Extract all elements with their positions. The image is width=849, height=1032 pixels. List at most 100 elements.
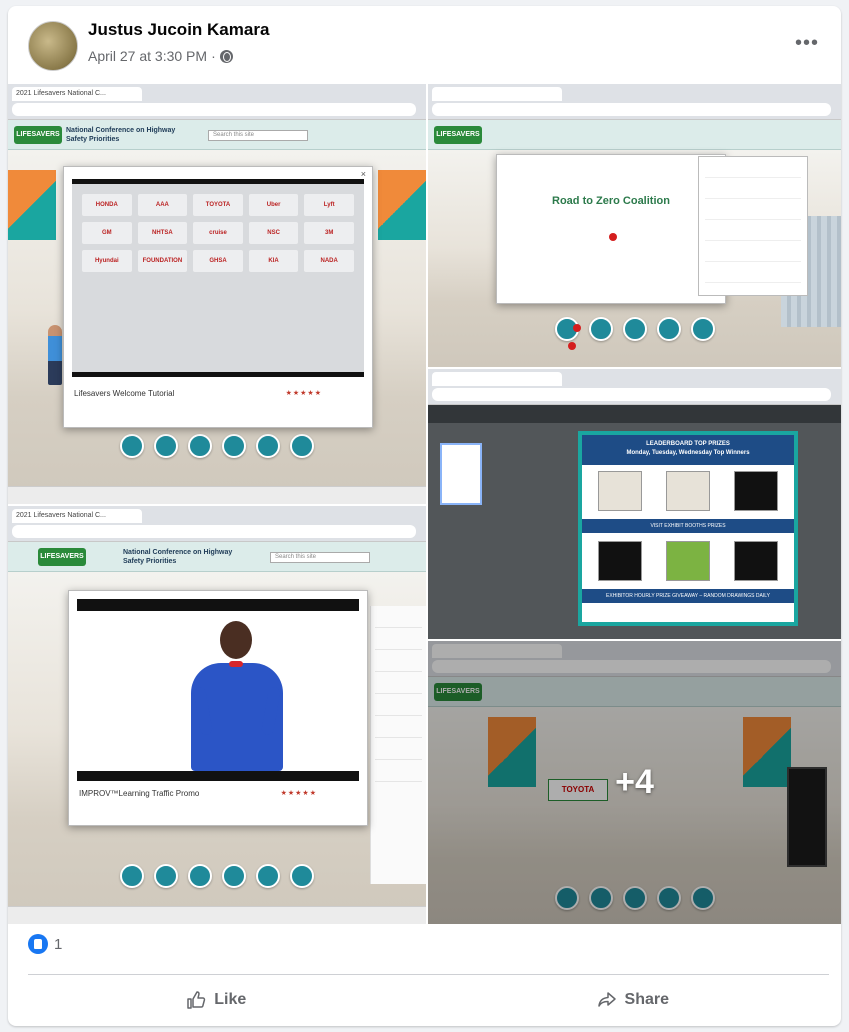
photo-grid: 2021 Lifesavers National C... LIFESAVERS… — [8, 84, 841, 924]
rating-stars: ★★★★★ — [285, 390, 322, 397]
browser-toolbar — [428, 369, 841, 405]
networking-icon — [256, 864, 280, 888]
hall-banner-left — [8, 170, 56, 240]
chat-row — [375, 694, 422, 716]
share-button[interactable]: Share — [425, 980, 842, 1020]
video-modal: IMPROV™Learning Traffic Promo ★★★★★ — [68, 590, 368, 826]
chat-row — [375, 606, 422, 628]
address-bar — [432, 388, 831, 401]
chat-row — [705, 202, 801, 220]
post-date[interactable]: April 27 at 3:30 PM — [88, 48, 207, 64]
photo-2[interactable]: LIFESAVERS Road to Zero Coalition — [428, 84, 841, 367]
more-photos-overlay[interactable]: +4 — [428, 641, 841, 924]
site-logo: LIFESAVERS — [14, 126, 62, 144]
sponsor-logo: NSC — [248, 222, 299, 244]
sponsor-logo: cruise — [193, 222, 243, 244]
prize-card — [734, 471, 778, 511]
help-icon — [290, 864, 314, 888]
prize-card — [598, 541, 642, 581]
author-name[interactable]: Justus Jucoin Kamara — [88, 20, 269, 40]
exhibit-hall-icon — [222, 434, 246, 458]
post-header: Justus Jucoin Kamara April 27 at 3:30 PM… — [8, 6, 841, 84]
pdf-viewer: LEADERBOARD TOP PRIZES Monday, Tuesday, … — [428, 423, 841, 639]
photo-5[interactable]: LIFESAVERS TOYOTA +4 — [428, 641, 841, 924]
presenter-arm — [260, 686, 282, 736]
browser-toolbar: 2021 Lifesavers National C... — [8, 84, 426, 120]
workshops-icon — [188, 434, 212, 458]
nav-dock — [458, 317, 811, 347]
hall-avatar — [48, 325, 62, 385]
sponsor-logo: Hyundai — [82, 250, 132, 272]
exhibit-heading: VISIT EXHIBIT BOOTHS PRIZES — [582, 519, 794, 533]
session-video-modal: Road to Zero Coalition — [496, 154, 726, 304]
hall-banner-right — [378, 170, 426, 240]
nav-dock — [38, 434, 396, 464]
nav-dock — [38, 864, 396, 894]
chat-row — [705, 244, 801, 262]
presenter-arm — [192, 686, 214, 736]
promo-video — [77, 599, 359, 781]
site-title: National Conference on Highway Safety Pr… — [123, 549, 233, 565]
avatar[interactable] — [28, 21, 78, 71]
site-header: LIFESAVERS — [428, 120, 841, 150]
post-meta: April 27 at 3:30 PM · — [88, 48, 233, 64]
more-options-icon[interactable]: ••• — [795, 32, 819, 55]
site-header: LIFESAVERS National Conference on Highwa… — [8, 120, 426, 150]
drawing-heading: EXHIBITOR HOURLY PRIZE GIVEAWAY – RANDOM… — [582, 589, 794, 603]
share-arrow-icon — [597, 992, 616, 1007]
address-bar — [12, 525, 416, 538]
chat-panel — [370, 606, 426, 884]
reaction-summary[interactable]: 1 — [28, 934, 62, 954]
cursor-dot — [609, 233, 617, 241]
sponsor-logo: KIA — [248, 250, 299, 272]
sponsor-logo: GHSA — [193, 250, 243, 272]
browser-toolbar: 2021 Lifesavers National C... — [8, 506, 426, 542]
sponsor-logo: HONDA — [82, 194, 132, 216]
exhibit-hall-icon — [222, 864, 246, 888]
close-icon: × — [360, 169, 366, 179]
networking-icon — [256, 434, 280, 458]
prizes-title: LEADERBOARD TOP PRIZES — [646, 441, 730, 447]
prizes-heading: LEADERBOARD TOP PRIZES Monday, Tuesday, … — [582, 435, 794, 465]
chat-row — [705, 265, 801, 283]
like-button[interactable]: Like — [8, 980, 425, 1020]
like-label: Like — [214, 991, 247, 1008]
site-logo: LIFESAVERS — [38, 548, 86, 566]
photo-1[interactable]: 2021 Lifesavers National C... LIFESAVERS… — [8, 84, 426, 504]
site-footer — [8, 906, 426, 924]
sponsor-logo: Lyft — [304, 194, 354, 216]
chat-row — [375, 760, 422, 782]
globe-icon[interactable] — [219, 49, 233, 63]
site-title: National Conference on Highway Safety Pr… — [66, 127, 176, 143]
presenter-body — [191, 663, 283, 771]
divider — [28, 974, 829, 975]
lobby-icon — [120, 864, 144, 888]
browser-tab: 2021 Lifesavers National C... — [12, 87, 142, 101]
sponsor-logo: 3M — [304, 222, 354, 244]
share-label: Share — [624, 991, 669, 1008]
prizes-subtitle: Monday, Tuesday, Wednesday Top Winners — [626, 450, 750, 456]
facebook-post: Justus Jucoin Kamara April 27 at 3:30 PM… — [8, 6, 841, 1026]
prize-card — [734, 541, 778, 581]
prize-card — [666, 471, 710, 511]
browser-tab: 2021 Lifesavers National C... — [12, 509, 142, 523]
plenary-icon — [588, 317, 613, 341]
photo-4[interactable]: 2021 Lifesavers National C... LIFESAVERS… — [8, 506, 426, 924]
sponsor-logo: NHTSA — [137, 222, 188, 244]
browser-toolbar — [428, 84, 841, 120]
address-bar — [12, 103, 416, 116]
presenter-figure — [177, 617, 297, 771]
rating-stars: ★★★★★ — [280, 790, 317, 797]
prize-row — [582, 535, 794, 587]
like-icon — [28, 934, 48, 954]
sponsor-logo: AAA — [137, 194, 188, 216]
pdf-page: LEADERBOARD TOP PRIZES Monday, Tuesday, … — [578, 431, 798, 626]
photo-3[interactable]: LEADERBOARD TOP PRIZES Monday, Tuesday, … — [428, 369, 841, 639]
cursor-dot — [573, 324, 581, 332]
chat-row — [375, 716, 422, 738]
site-header: LIFESAVERS National Conference on Highwa… — [8, 542, 426, 572]
site-footer — [8, 486, 426, 504]
exhibit-hall-icon — [656, 317, 681, 341]
video-title: Road to Zero Coalition — [552, 195, 670, 207]
plenary-icon — [154, 864, 178, 888]
